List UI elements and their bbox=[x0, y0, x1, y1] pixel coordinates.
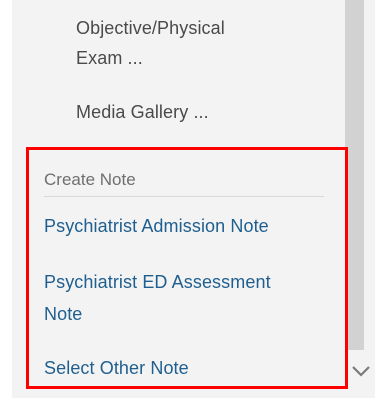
menu-item-line-2: Exam ... bbox=[76, 48, 143, 68]
section-header-create-note: Create Note bbox=[44, 170, 136, 189]
section-divider bbox=[44, 196, 324, 197]
link-line-1: Psychiatrist ED Assessment bbox=[44, 272, 271, 292]
chevron-down-icon[interactable] bbox=[350, 360, 372, 382]
link-line-2: Note bbox=[44, 304, 83, 324]
link-psychiatrist-admission-note[interactable]: Psychiatrist Admission Note bbox=[44, 212, 269, 240]
menu-item-line-1: Objective/Physical bbox=[76, 18, 225, 38]
link-select-other-note[interactable]: Select Other Note bbox=[44, 354, 189, 382]
menu-item-media-gallery[interactable]: Media Gallery ... bbox=[76, 98, 209, 126]
